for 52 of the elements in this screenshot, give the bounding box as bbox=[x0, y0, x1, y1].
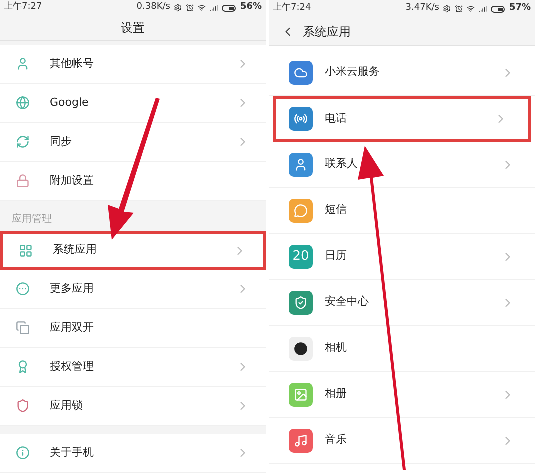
row-label: 日历 bbox=[325, 248, 348, 264]
row-label: Google bbox=[50, 94, 90, 111]
grid-icon bbox=[19, 244, 33, 258]
overlapping-circles-icon bbox=[16, 321, 30, 335]
screen-title: 设置 bbox=[121, 20, 145, 37]
lock-icon bbox=[16, 174, 30, 188]
person-icon bbox=[16, 57, 30, 71]
battery-icon bbox=[491, 6, 506, 12]
row-label: 同步 bbox=[50, 134, 73, 150]
dots-circle-icon bbox=[16, 282, 30, 296]
row-label: 更多应用 bbox=[50, 280, 95, 297]
alarm-icon bbox=[186, 4, 194, 12]
row-label: 电话 bbox=[325, 110, 348, 127]
network-speed: 3.47K/s bbox=[406, 2, 440, 16]
row-label: 相机 bbox=[325, 340, 348, 356]
globe-icon bbox=[16, 96, 30, 110]
row-label: 安全中心 bbox=[325, 294, 370, 310]
gear-icon bbox=[443, 5, 452, 13]
row-label: 短信 bbox=[325, 202, 348, 218]
award-icon bbox=[16, 360, 30, 374]
row-label: 联系人 bbox=[325, 156, 359, 172]
info-icon bbox=[16, 446, 30, 460]
row-label: 关于手机 bbox=[50, 444, 95, 461]
row-label: 附加设置 bbox=[50, 172, 95, 189]
wifi-icon bbox=[467, 5, 476, 13]
app-row[interactable]: 电话 bbox=[273, 96, 531, 142]
row-label: 相册 bbox=[325, 386, 348, 402]
sync-icon bbox=[16, 135, 30, 149]
row-label: 其他帐号 bbox=[50, 56, 95, 72]
row-label: 应用锁 bbox=[50, 398, 84, 414]
row-label: 授权管理 bbox=[50, 358, 95, 375]
signal-icon bbox=[210, 4, 218, 12]
row-label: 应用双开 bbox=[50, 320, 95, 336]
status-time: 上午7:24 bbox=[273, 2, 312, 16]
screen-title: 系统应用 bbox=[303, 24, 351, 40]
row-label: 音乐 bbox=[325, 432, 348, 448]
network-speed: 0.38K/s bbox=[136, 1, 170, 14]
row-label: 小米云服务 bbox=[325, 64, 381, 80]
status-time: 上午7:27 bbox=[4, 1, 42, 14]
wifi-icon bbox=[198, 4, 206, 12]
section-label: 应用管理 bbox=[12, 212, 52, 227]
signal-icon bbox=[479, 5, 488, 13]
battery-icon bbox=[222, 4, 236, 12]
app-row[interactable]: 小米云服务 bbox=[269, 50, 535, 96]
battery-level: 57% bbox=[509, 2, 531, 16]
gear-icon bbox=[174, 4, 182, 12]
alarm-icon bbox=[455, 5, 464, 13]
battery-level: 56% bbox=[240, 1, 262, 14]
shield-icon bbox=[16, 399, 30, 413]
calendar-icon: 20 bbox=[289, 244, 313, 268]
row-label: 系统应用 bbox=[53, 242, 98, 258]
settings-row[interactable]: 系统应用 bbox=[0, 231, 266, 270]
